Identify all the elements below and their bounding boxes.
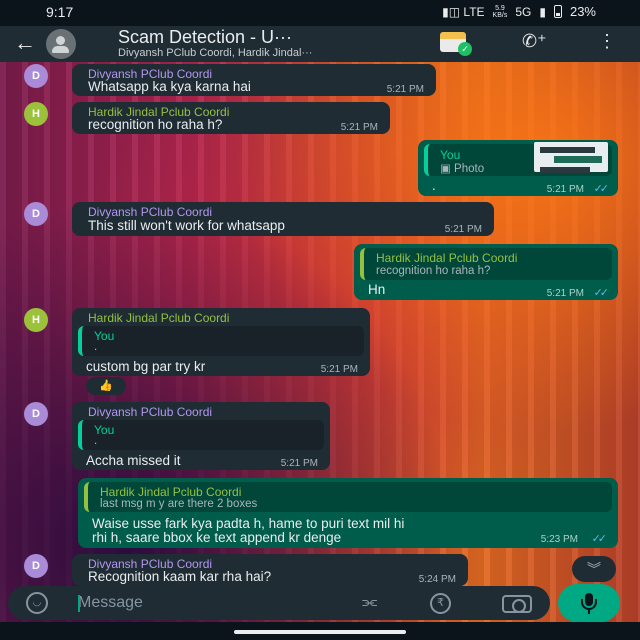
quote-text: ▣ Photo <box>440 163 485 175</box>
quote-sender: Hardik Jindal Pclub Coordi <box>100 485 242 499</box>
message-bubble[interactable]: Hardik Jindal Pclub Coordi last msg m y … <box>78 478 618 548</box>
message-time: 5:23 PM <box>540 534 578 545</box>
message-bubble[interactable]: Divyansh PClub Coordi Whatsapp ka kya ka… <box>72 64 436 96</box>
message-text: Whatsapp ka kya karna hai <box>88 79 251 94</box>
avatar[interactable]: D <box>24 554 48 578</box>
message-time: 5:24 PM <box>418 574 456 585</box>
avatar[interactable]: D <box>24 402 48 426</box>
message-list[interactable]: D Divyansh PClub Coordi Whatsapp ka kya … <box>0 62 640 588</box>
clock: 9:17 <box>46 4 74 20</box>
mic-button[interactable] <box>558 584 620 622</box>
add-call-icon[interactable]: ✆⁺ <box>522 31 547 52</box>
message-bubble[interactable]: Divyansh PClub Coordi This still won't w… <box>72 202 494 236</box>
battery-icon <box>553 5 562 18</box>
reply-quote[interactable]: You ▣ Photo <box>424 142 612 176</box>
avatar[interactable]: H <box>24 308 48 332</box>
message-bubble[interactable]: Hardik Jindal Pclub Coordi You . custom … <box>72 308 370 376</box>
more-vert-icon[interactable]: ⋮ <box>598 31 616 52</box>
message-bubble[interactable]: Hardik Jindal Pclub Coordi recognition h… <box>72 102 390 134</box>
message-text: This still won't work for whatsapp <box>88 218 285 233</box>
quote-sender: You <box>440 148 461 162</box>
reply-quote[interactable]: You . <box>78 420 324 450</box>
message-bubble[interactable]: You ▣ Photo . 5:21 PM ✓✓ <box>418 140 618 196</box>
read-ticks-icon: ✓✓ <box>593 183 610 195</box>
message-text: Accha missed it <box>86 453 181 468</box>
avatar[interactable]: D <box>24 202 48 226</box>
chevron-double-down-icon[interactable]: ︾ <box>572 556 616 582</box>
message-time: 5:21 PM <box>320 364 358 375</box>
group-members[interactable]: Divyansh PClub Coordi, Hardik Jindal··· <box>118 47 312 59</box>
photo-thumbnail <box>534 142 608 173</box>
message-time: 5:21 PM <box>386 84 424 95</box>
message-text: recognition ho raha h? <box>88 117 223 132</box>
message-text-line: Waise usse fark kya padta h, hame to pur… <box>92 516 405 531</box>
battery-percent: 23% <box>569 4 596 19</box>
camera-icon[interactable] <box>502 595 532 613</box>
status-bar: 9:17 ▮◫ LTE 5.9 KB/s 5G ▮ 23% <box>0 0 640 26</box>
group-title[interactable]: Scam Detection - U··· <box>118 27 292 48</box>
quote-text: . <box>94 341 98 353</box>
message-time: 5:21 PM <box>280 458 318 469</box>
message-bubble[interactable]: Hardik Jindal Pclub Coordi recognition h… <box>354 244 618 300</box>
text-cursor <box>78 595 80 612</box>
signal-icon: ▮ <box>539 4 546 19</box>
message-time: 5:21 PM <box>546 184 584 195</box>
sender-name[interactable]: Divyansh PClub Coordi <box>88 405 212 419</box>
read-ticks-icon: ✓✓ <box>593 287 610 299</box>
message-bubble[interactable]: Divyansh PClub Coordi You . Accha missed… <box>72 402 330 470</box>
message-text: . <box>432 178 436 193</box>
network-type: 5G <box>515 4 532 19</box>
attach-icon[interactable]: ⫘ <box>362 592 377 612</box>
sender-name[interactable]: Hardik Jindal Pclub Coordi <box>88 311 229 325</box>
read-ticks-icon: ✓✓ <box>591 533 608 545</box>
message-text: Hn <box>368 282 386 297</box>
message-time: 5:21 PM <box>546 288 584 299</box>
reply-quote[interactable]: Hardik Jindal Pclub Coordi recognition h… <box>360 248 612 280</box>
avatar[interactable]: H <box>24 102 48 126</box>
gesture-nav-handle[interactable] <box>234 630 406 634</box>
emoji-icon[interactable]: ◡ <box>26 592 48 614</box>
quote-text: . <box>94 435 98 447</box>
quote-text: recognition ho raha h? <box>376 265 491 277</box>
message-input[interactable] <box>78 590 338 616</box>
rupee-icon[interactable]: ₹ <box>430 593 451 614</box>
quote-text: last msg m y are there 2 boxes <box>100 498 258 510</box>
avatar[interactable]: D <box>24 64 48 88</box>
message-bubble[interactable]: Divyansh PClub Coordi Recognition kaam k… <box>72 554 468 586</box>
back-arrow-icon[interactable]: ← <box>14 30 36 56</box>
data-speed: 5.9 KB/s <box>492 4 508 19</box>
signal-icons: ▮◫ LTE <box>442 4 485 19</box>
chat-header: ← Scam Detection - U··· Divyansh PClub C… <box>0 26 640 62</box>
reply-quote[interactable]: Hardik Jindal Pclub Coordi last msg m y … <box>84 482 612 512</box>
message-time: 5:21 PM <box>340 122 378 133</box>
composer-bar: ◡ ⫘ ₹ <box>8 586 550 620</box>
reaction-badge[interactable]: 👍 <box>86 377 126 395</box>
quote-sender: Hardik Jindal Pclub Coordi <box>376 251 518 265</box>
sender-name[interactable]: Divyansh PClub Coordi <box>88 205 212 219</box>
message-text: Recognition kaam kar rha hai? <box>88 569 272 584</box>
calendar-event-icon[interactable]: ✓ <box>440 32 472 56</box>
reply-quote[interactable]: You . <box>78 326 364 356</box>
message-text-line: rhi h, saare bbox ke text append kr deng… <box>92 530 342 545</box>
message-text: custom bg par try kr <box>86 359 206 374</box>
group-avatar-icon[interactable] <box>46 29 76 59</box>
message-time: 5:21 PM <box>444 224 482 235</box>
